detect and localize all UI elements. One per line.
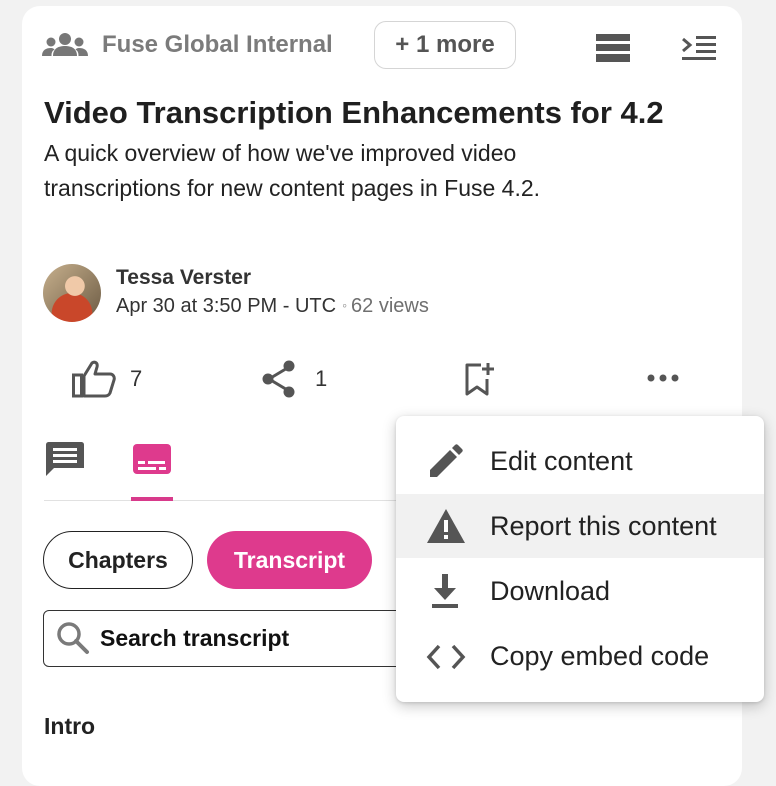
indent-menu-icon[interactable]	[682, 36, 716, 60]
content-description: A quick overview of how we've improved v…	[44, 140, 541, 201]
author-name[interactable]: Tessa Verster	[116, 266, 251, 290]
comment-icon[interactable]	[46, 442, 84, 476]
menu-item-label: Copy embed code	[490, 641, 710, 671]
meta-separator: ◦	[342, 297, 348, 313]
bookmark-add-icon[interactable]	[464, 362, 496, 396]
menu-item-label: Edit content	[490, 446, 633, 476]
group-icon	[42, 32, 88, 58]
download-icon	[426, 573, 464, 611]
post-meta: Apr 30 at 3:50 PM - UTC ◦ 62 views	[116, 295, 429, 318]
thumbs-up-icon[interactable]	[72, 360, 116, 398]
more-horizontal-icon[interactable]	[647, 374, 679, 382]
menu-item-label: Download	[490, 576, 611, 606]
content-title: Video Transcription Enhancements for 4.2	[44, 95, 664, 130]
post-date: Apr 30 at 3:50 PM - UTC	[116, 295, 337, 317]
view-count: 62 views	[351, 295, 429, 317]
subtitles-icon[interactable]	[133, 444, 171, 474]
menu-item-report-content[interactable]: Report this content	[396, 494, 764, 558]
search-icon	[56, 621, 90, 655]
menu-item-edit-content[interactable]: Edit content	[396, 429, 764, 493]
chapters-button[interactable]: Chapters	[43, 531, 193, 589]
warning-icon	[426, 508, 466, 544]
menu-item-download[interactable]: Download	[396, 559, 764, 623]
stacked-bars-icon[interactable]	[596, 34, 630, 62]
pencil-icon	[426, 443, 464, 481]
menu-item-label: Report this content	[490, 511, 717, 541]
menu-item-copy-embed-code[interactable]: Copy embed code	[396, 624, 764, 688]
like-count: 7	[130, 366, 143, 391]
code-icon	[426, 638, 466, 676]
share-count: 1	[315, 366, 328, 391]
section-heading: Intro	[44, 713, 96, 739]
transcript-button[interactable]: Transcript	[207, 531, 372, 589]
share-icon[interactable]	[261, 360, 297, 398]
active-tab-indicator	[131, 497, 173, 501]
more-audiences-button[interactable]: + 1 more	[374, 21, 516, 69]
context-menu: Edit content Report this content Downloa…	[396, 416, 764, 702]
search-transcript-input[interactable]	[100, 622, 400, 654]
avatar[interactable]	[43, 264, 101, 322]
audience-label: Fuse Global Internal	[102, 31, 333, 58]
